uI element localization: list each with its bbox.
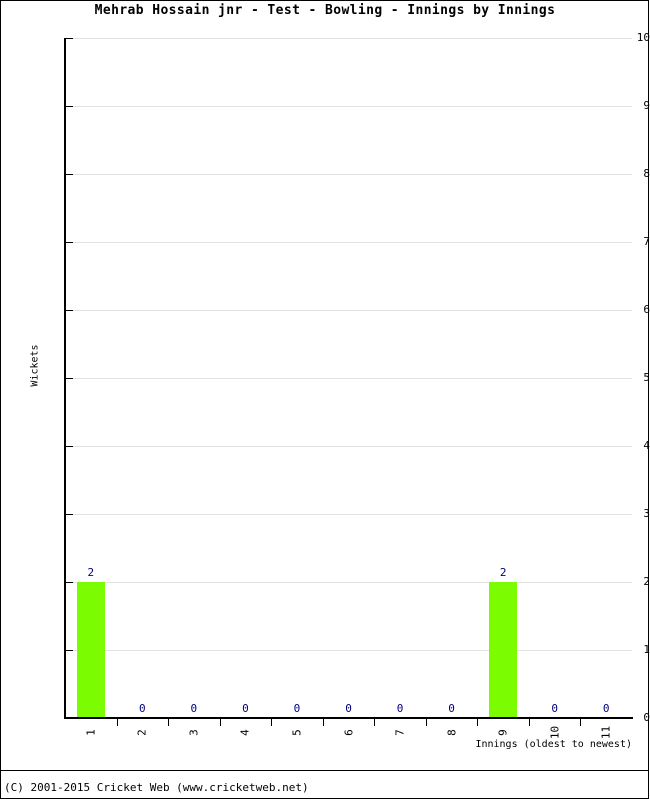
y-axis-tick	[66, 38, 73, 39]
x-axis-label: 5	[290, 729, 304, 736]
copyright-text: (C) 2001-2015 Cricket Web (www.cricketwe…	[4, 781, 309, 794]
gridline	[65, 106, 632, 107]
x-axis-tick	[322, 719, 324, 726]
x-axis-tick	[374, 719, 376, 726]
y-axis-tick	[66, 446, 73, 447]
x-axis-label: 4	[238, 729, 252, 736]
y-axis-label: 5	[643, 371, 650, 384]
y-axis-label: 7	[643, 235, 650, 248]
y-axis-label: 6	[643, 303, 650, 316]
y-axis-tick	[66, 650, 73, 651]
y-axis-tick	[66, 310, 73, 311]
x-axis-tick	[477, 719, 479, 726]
y-axis-label: 9	[643, 99, 650, 112]
y-axis-label: 8	[643, 167, 650, 180]
x-axis-tick	[528, 719, 530, 726]
x-axis-tick	[168, 719, 170, 726]
bar	[488, 582, 518, 718]
bar-value-label: 0	[139, 702, 146, 715]
gridline	[65, 174, 632, 175]
page-title: Mehrab Hossain jnr - Test - Bowling - In…	[94, 3, 556, 18]
x-axis-tick	[580, 719, 582, 726]
footer-divider	[1, 770, 648, 771]
bar-value-label: 0	[448, 702, 455, 715]
bar-value-label: 0	[190, 702, 198, 715]
y-axis-title: Wickets	[29, 344, 41, 387]
y-axis-label: 10	[636, 31, 650, 44]
y-axis-tick	[66, 582, 73, 583]
bar-value-label: 0	[551, 702, 558, 715]
bar-value-label: 2	[87, 566, 95, 579]
x-axis-tick	[425, 719, 427, 726]
y-axis-label: 2	[643, 575, 650, 588]
gridline	[65, 446, 632, 447]
x-axis-tick	[116, 719, 118, 726]
y-axis-tick	[66, 106, 73, 107]
bar-value-label: 0	[396, 702, 404, 715]
gridline	[65, 38, 632, 39]
x-axis-label: 3	[187, 729, 201, 736]
gridline	[65, 514, 632, 515]
x-axis-tick	[219, 719, 221, 726]
bar-value-label: 0	[602, 702, 610, 715]
bar-value-label: 0	[242, 702, 249, 715]
gridline	[65, 242, 632, 243]
y-axis-tick	[66, 718, 73, 719]
gridline	[65, 582, 632, 583]
y-axis-tick	[66, 378, 73, 379]
gridline	[65, 310, 632, 311]
y-axis-tick	[66, 242, 73, 243]
gridline	[65, 650, 632, 651]
bar	[76, 582, 105, 718]
x-axis-tick	[271, 719, 273, 726]
y-axis-label: 4	[643, 439, 650, 452]
y-axis-label: 1	[643, 643, 650, 656]
plot-area	[65, 38, 632, 718]
bar-value-label: 0	[345, 702, 352, 715]
x-axis-label: 1	[84, 729, 98, 736]
y-axis-tick	[66, 514, 73, 515]
y-axis-tick	[66, 174, 73, 175]
bar-value-label: 0	[293, 702, 301, 715]
x-axis-label: 2	[135, 729, 149, 736]
gridline	[65, 378, 632, 379]
x-axis-title: Innings (oldest to newest)	[475, 739, 632, 750]
y-axis-label: 3	[643, 507, 650, 520]
bar-value-label: 2	[499, 566, 507, 579]
